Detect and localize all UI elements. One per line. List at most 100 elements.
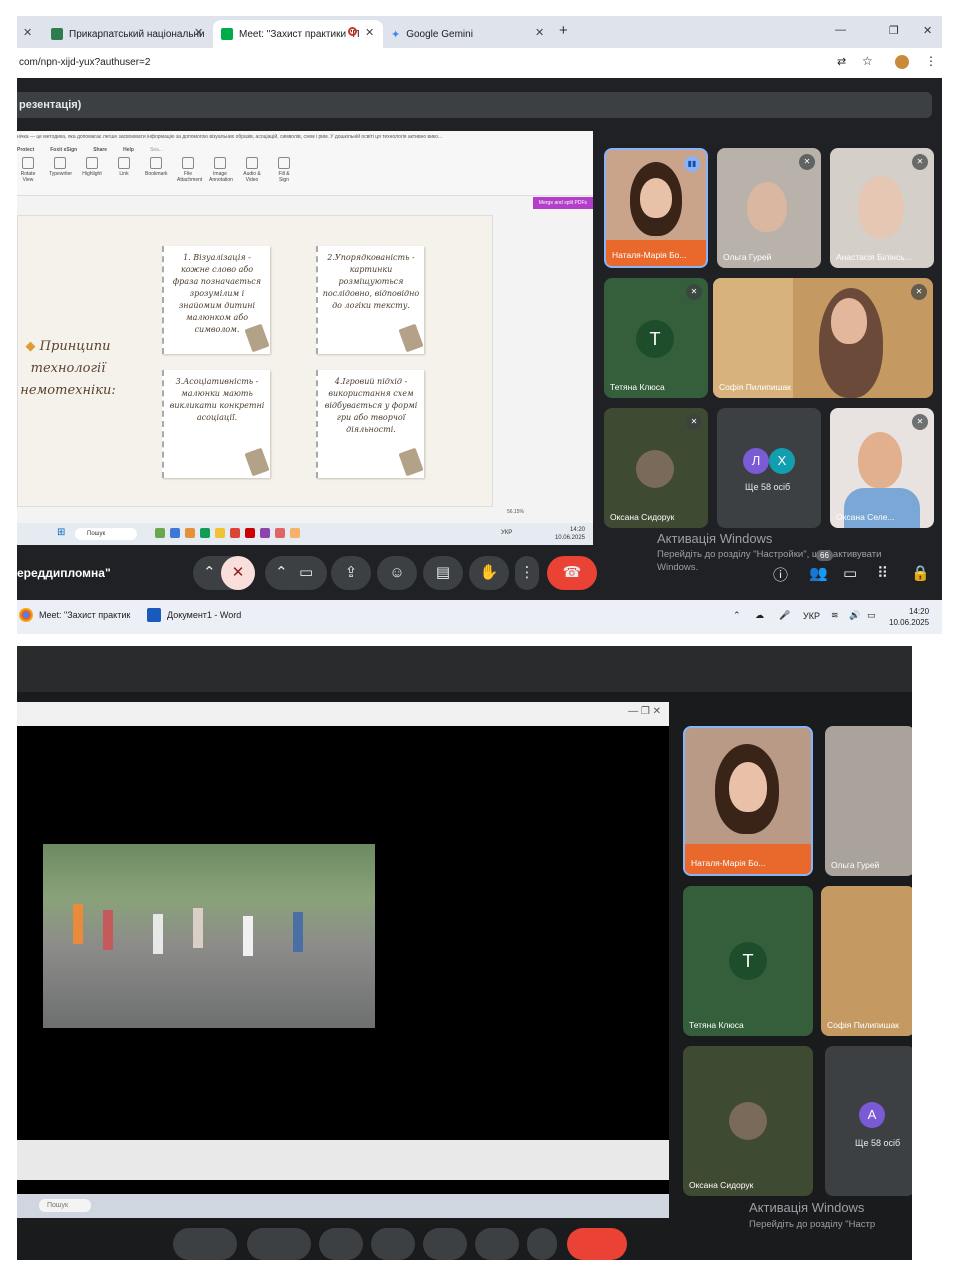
close-tab-icon[interactable]: ✕ xyxy=(194,26,203,39)
app-icon[interactable] xyxy=(200,528,210,538)
leave-call-button[interactable]: ☎ xyxy=(547,556,597,590)
captions-button[interactable]: ▤ xyxy=(423,556,463,590)
taskbar-item-chrome[interactable]: Meet: "Захист практик xyxy=(19,608,130,622)
menu-protect[interactable]: Protect xyxy=(17,147,34,153)
emoji-button[interactable]: ☺ xyxy=(377,556,417,590)
mic-control-group[interactable] xyxy=(173,1228,237,1260)
tool-highlight[interactable]: Highlight xyxy=(81,157,103,183)
zoom-level[interactable]: 56.15% xyxy=(507,509,524,515)
pdf-search[interactable]: Sea... xyxy=(150,147,163,153)
more-options-button[interactable]: ⋮ xyxy=(515,556,539,590)
participant-tile-large[interactable]: ✕ Софія Пилипишак xyxy=(713,278,933,398)
tool-typewriter[interactable]: Typewriter xyxy=(49,157,72,183)
menu-esign[interactable]: Foxit eSign xyxy=(50,147,77,153)
raise-hand-button[interactable]: ✋ xyxy=(469,556,509,590)
tool-rotate-view[interactable]: Rotate View xyxy=(17,157,39,183)
participant-name: Софія Пилипишак xyxy=(827,1020,899,1030)
close-tab-icon[interactable]: ✕ xyxy=(365,26,374,39)
participant-tile[interactable]: ✕ Оксана Селе... xyxy=(830,408,934,528)
close-tab-icon[interactable]: ✕ xyxy=(535,26,544,39)
emoji-button[interactable] xyxy=(371,1228,415,1260)
participant-tile[interactable]: ✕ Оксана Сидорук xyxy=(604,408,708,528)
microphone-icon[interactable]: 🎤 xyxy=(779,610,790,621)
camera-control-group[interactable] xyxy=(247,1228,311,1260)
more-participants-tile[interactable]: Л Х Ще 58 осіб xyxy=(717,408,821,528)
present-button[interactable] xyxy=(319,1228,363,1260)
windows-start-icon[interactable]: ⊞ xyxy=(57,527,65,538)
new-tab-button[interactable]: + xyxy=(559,22,568,39)
participant-tile[interactable]: ✕ Ольга Гурей xyxy=(717,148,821,268)
taskbar-clock[interactable]: 14:20 10.06.2025 xyxy=(889,606,929,628)
volume-icon[interactable]: 🔊 xyxy=(849,610,860,621)
participant-tile[interactable]: ✕ Анастасія Білінсь... xyxy=(830,148,934,268)
participant-name: Наталя-Марія Бо... xyxy=(691,858,766,868)
taskbar-item-word[interactable]: Документ1 - Word xyxy=(147,608,241,622)
menu-kebab-icon[interactable]: ⋮ xyxy=(925,54,937,68)
menu-help[interactable]: Help xyxy=(123,147,134,153)
translate-icon[interactable]: ⇄ xyxy=(837,55,846,68)
app-icon[interactable] xyxy=(290,528,300,538)
tool-file-attachment[interactable]: File Attachment xyxy=(177,157,202,183)
window-controls[interactable]: — ❐ ✕ xyxy=(628,706,661,717)
mic-off-button[interactable]: ✕ xyxy=(221,556,255,590)
present-button[interactable]: ⇪ xyxy=(331,556,371,590)
restore-icon[interactable]: ❐ xyxy=(889,24,899,37)
tool-image-annotation[interactable]: Image Annotation xyxy=(209,157,233,183)
inner-taskbar-blurred: Пошук xyxy=(17,1194,669,1218)
tool-fill-sign[interactable]: Fill & Sign xyxy=(273,157,295,183)
profile-avatar[interactable] xyxy=(895,55,909,69)
participant-tile[interactable]: Оксана Сидорук xyxy=(683,1046,813,1196)
activation-body: Перейдіть до розділу "Настр xyxy=(749,1219,876,1230)
app-icon[interactable] xyxy=(245,528,255,538)
participant-tile[interactable]: Т Тетяна Клюса xyxy=(683,886,813,1036)
menu-share[interactable]: Share xyxy=(93,147,107,153)
more-participants-tile[interactable]: А Ще 58 осіб xyxy=(825,1046,912,1196)
mic-options-chevron-icon[interactable]: ⌃ xyxy=(203,556,216,590)
minimize-icon[interactable]: — xyxy=(835,24,846,36)
chat-icon[interactable]: ▭ xyxy=(843,564,857,582)
activation-title: Активація Windows xyxy=(657,531,773,546)
host-controls-icon[interactable]: 🔒 xyxy=(911,564,930,582)
participant-tile[interactable]: Ольга Гурей xyxy=(825,726,912,876)
tool-audio-video[interactable]: Audio & Video xyxy=(241,157,263,183)
address-bar[interactable]: com/npn-xijd-yux?authuser=2 ⇄ ☆ ⋮ xyxy=(17,48,942,78)
leave-call-button[interactable] xyxy=(567,1228,627,1260)
participant-tile[interactable]: Софія Пилипишак xyxy=(821,886,912,1036)
show-hidden-icons-chevron[interactable]: ⌃ xyxy=(733,610,741,621)
app-icon[interactable] xyxy=(275,528,285,538)
app-icon[interactable] xyxy=(170,528,180,538)
app-icon[interactable] xyxy=(155,528,165,538)
taskbar-lang[interactable]: УКР xyxy=(803,611,820,621)
close-tab-icon[interactable]: ✕ xyxy=(23,26,32,39)
app-icon[interactable] xyxy=(260,528,270,538)
bookmark-star-icon[interactable]: ☆ xyxy=(862,54,873,68)
activities-icon[interactable]: ⠿ xyxy=(877,564,888,582)
tab-meet[interactable]: Meet: "Захист практики "П xyxy=(213,20,383,48)
onedrive-icon[interactable]: ☁ xyxy=(755,610,764,621)
app-icon[interactable] xyxy=(230,528,240,538)
meeting-info-icon[interactable]: ⓘ xyxy=(773,564,788,585)
people-icon[interactable]: 👥 xyxy=(809,564,828,582)
raise-hand-button[interactable] xyxy=(475,1228,519,1260)
camera-button[interactable]: ▭ xyxy=(299,556,313,590)
app-icon[interactable] xyxy=(185,528,195,538)
participant-tile[interactable]: ▮▮ Наталя-Марія Бо... xyxy=(604,148,708,268)
participant-tile[interactable]: T ✕ Тетяна Клюса xyxy=(604,278,708,398)
participant-tile[interactable]: Наталя-Марія Бо... xyxy=(683,726,813,876)
close-window-icon[interactable]: ✕ xyxy=(923,24,932,37)
inner-search-box[interactable]: Пошук xyxy=(75,528,137,540)
tool-bookmark[interactable]: Bookmark xyxy=(145,157,168,183)
merge-split-button[interactable]: Merge and split PDFs xyxy=(532,197,593,209)
network-icon[interactable]: ≋ xyxy=(831,610,839,621)
inner-taskbar: ⊞ Пошук УКР 14:20 10.06.2025 xyxy=(17,523,593,545)
tab-gemini[interactable]: ✦ Google Gemini xyxy=(385,20,545,48)
inner-taskbar-icons xyxy=(155,528,300,538)
tool-link[interactable]: Link xyxy=(113,157,135,183)
app-icon[interactable] xyxy=(215,528,225,538)
captions-button[interactable] xyxy=(423,1228,467,1260)
inner-search-box[interactable]: Пошук xyxy=(39,1199,91,1212)
more-options-button[interactable] xyxy=(527,1228,557,1260)
camera-options-chevron-icon[interactable]: ⌃ xyxy=(275,556,288,590)
battery-icon[interactable]: ▭ xyxy=(867,610,876,621)
tab-university[interactable]: Прикарпатський національни xyxy=(43,20,209,48)
